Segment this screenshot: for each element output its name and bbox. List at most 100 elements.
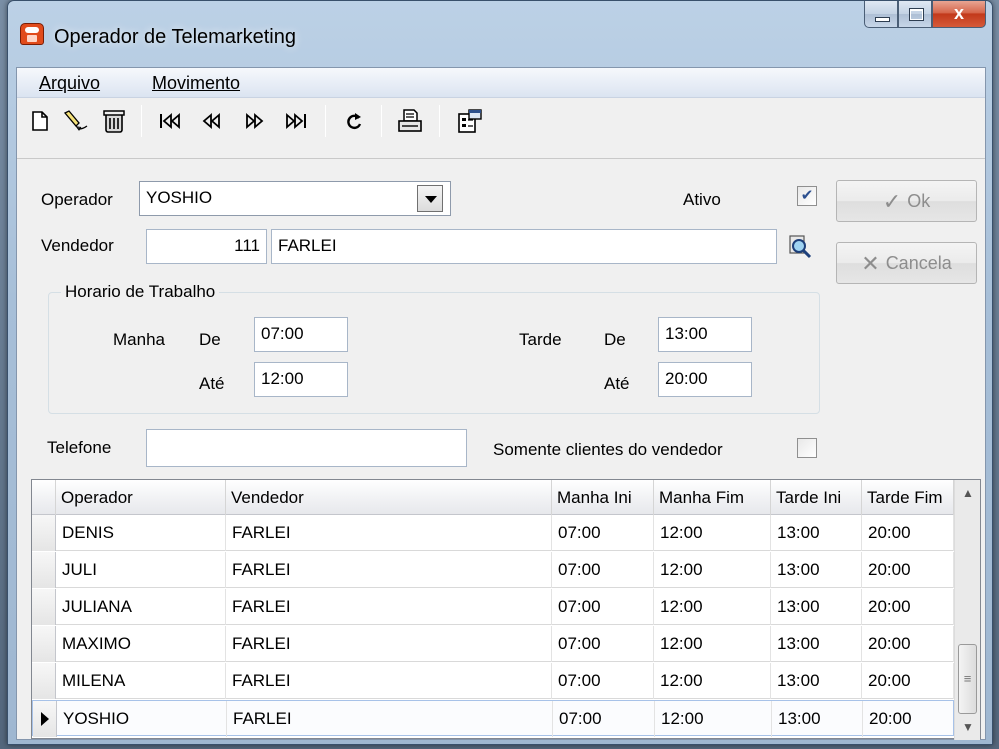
cell-manha-ini[interactable]: 07:00	[552, 589, 654, 625]
menu-movimento[interactable]: Movimento	[152, 73, 240, 94]
new-document-icon[interactable]	[27, 106, 53, 136]
scroll-thumb[interactable]: ≡	[958, 644, 977, 714]
check-icon: ✔	[800, 187, 814, 204]
close-icon: x	[953, 3, 964, 23]
menu-arquivo-label: Arquivo	[39, 73, 101, 93]
row-pointer-icon[interactable]	[33, 701, 57, 737]
row-indicator[interactable]	[32, 515, 56, 551]
cell-tarde-fim[interactable]: 20:00	[862, 552, 954, 588]
row-indicator[interactable]	[32, 626, 56, 662]
header-vendedor[interactable]: Vendedor	[226, 480, 552, 515]
menu-arquivo[interactable]: Arquivo	[39, 73, 100, 94]
refresh-icon[interactable]	[339, 106, 369, 136]
cell-manha-fim[interactable]: 12:00	[655, 701, 772, 737]
cell-operador[interactable]: MILENA	[56, 663, 226, 699]
maximize-button[interactable]	[898, 1, 932, 28]
cell-tarde-fim[interactable]: 20:00	[862, 515, 954, 551]
cell-manha-fim[interactable]: 12:00	[654, 552, 771, 588]
ok-button-label: Ok	[907, 191, 931, 211]
last-record-icon[interactable]	[281, 106, 311, 136]
edit-icon[interactable]	[61, 106, 91, 136]
tarde-de-field[interactable]: 13:00	[658, 317, 752, 352]
header-tarde-ini[interactable]: Tarde Ini	[771, 480, 862, 515]
row-indicator[interactable]	[32, 552, 56, 588]
cell-operador[interactable]: YOSHIO	[57, 701, 227, 737]
cell-vendedor[interactable]: FARLEI	[226, 663, 552, 699]
print-icon[interactable]	[393, 106, 427, 136]
cell-tarde-ini[interactable]: 13:00	[771, 589, 862, 625]
cell-vendedor[interactable]: FARLEI	[227, 701, 553, 737]
table-row[interactable]: MILENA FARLEI 07:00 12:00 13:00 20:00	[32, 663, 954, 699]
ativo-checkbox[interactable]: ✔	[797, 186, 817, 206]
manha-de-field[interactable]: 07:00	[254, 317, 348, 352]
main-window: Operador de Telemarketing x Arquivo Movi…	[7, 0, 993, 745]
prev-record-icon[interactable]	[197, 106, 227, 136]
cell-vendedor[interactable]: FARLEI	[226, 515, 552, 551]
tarde-de-label: De	[604, 330, 626, 349]
cell-tarde-ini[interactable]: 13:00	[771, 663, 862, 699]
next-record-icon[interactable]	[239, 106, 269, 136]
cell-operador[interactable]: JULIANA	[56, 589, 226, 625]
properties-icon[interactable]	[453, 106, 487, 136]
table-row[interactable]: JULIANA FARLEI 07:00 12:00 13:00 20:00	[32, 589, 954, 625]
ok-button[interactable]: ✓ Ok	[836, 180, 977, 222]
cell-tarde-ini[interactable]: 13:00	[771, 626, 862, 662]
first-record-icon[interactable]	[155, 106, 185, 136]
scroll-up-icon[interactable]: ▲	[955, 480, 981, 506]
cell-tarde-ini[interactable]: 13:00	[771, 515, 862, 551]
cell-manha-fim[interactable]: 12:00	[654, 589, 771, 625]
grid-scrollbar[interactable]: ▲ ≡ ▼	[954, 480, 980, 740]
cell-tarde-fim[interactable]: 20:00	[862, 663, 954, 699]
cell-manha-ini[interactable]: 07:00	[553, 701, 655, 737]
vendedor-name-field[interactable]: FARLEI	[271, 229, 777, 264]
cell-tarde-ini[interactable]: 13:00	[772, 701, 863, 737]
chevron-down-icon[interactable]	[417, 185, 443, 212]
cell-manha-ini[interactable]: 07:00	[552, 515, 654, 551]
somente-checkbox[interactable]	[797, 438, 817, 458]
close-button[interactable]: x	[932, 1, 986, 28]
client-area: Arquivo Movimento Operador YOSHIO Ativo …	[16, 67, 986, 740]
cell-manha-ini[interactable]: 07:00	[552, 626, 654, 662]
cell-operador[interactable]: JULI	[56, 552, 226, 588]
cell-manha-ini[interactable]: 07:00	[552, 663, 654, 699]
title-bar[interactable]: Operador de Telemarketing x	[8, 1, 992, 59]
cell-tarde-fim[interactable]: 20:00	[863, 701, 955, 737]
cell-operador[interactable]: DENIS	[56, 515, 226, 551]
telefone-label: Telefone	[47, 438, 112, 457]
cell-tarde-ini[interactable]: 13:00	[771, 552, 862, 588]
cell-vendedor[interactable]: FARLEI	[226, 626, 552, 662]
header-operador[interactable]: Operador	[56, 480, 226, 515]
menu-bar: Arquivo Movimento	[17, 68, 985, 98]
cell-manha-fim[interactable]: 12:00	[654, 626, 771, 662]
cell-vendedor[interactable]: FARLEI	[226, 552, 552, 588]
header-tarde-fim[interactable]: Tarde Fim	[862, 480, 954, 515]
table-row[interactable]: MAXIMO FARLEI 07:00 12:00 13:00 20:00	[32, 626, 954, 662]
tarde-ate-field[interactable]: 20:00	[658, 362, 752, 397]
vendedor-code-field[interactable]: 111	[146, 229, 267, 264]
cell-manha-fim[interactable]: 12:00	[654, 515, 771, 551]
cell-operador[interactable]: MAXIMO	[56, 626, 226, 662]
delete-icon[interactable]	[99, 106, 129, 136]
row-indicator[interactable]	[32, 663, 56, 699]
manha-ate-label: Até	[199, 374, 225, 393]
manha-ate-field[interactable]: 12:00	[254, 362, 348, 397]
minimize-button[interactable]	[864, 1, 898, 28]
operador-combobox[interactable]: YOSHIO	[139, 181, 451, 216]
table-row[interactable]: JULI FARLEI 07:00 12:00 13:00 20:00	[32, 552, 954, 588]
telefone-field[interactable]	[146, 429, 467, 467]
row-indicator[interactable]	[32, 589, 56, 625]
header-manha-ini[interactable]: Manha Ini	[552, 480, 654, 515]
horario-title: Horario de Trabalho	[61, 282, 220, 302]
table-row[interactable]: DENIS FARLEI 07:00 12:00 13:00 20:00	[32, 515, 954, 551]
header-manha-fim[interactable]: Manha Fim	[654, 480, 771, 515]
cell-manha-ini[interactable]: 07:00	[552, 552, 654, 588]
table-row[interactable]: YOSHIO FARLEI 07:00 12:00 13:00 20:00	[32, 700, 955, 737]
search-icon[interactable]	[787, 234, 813, 260]
tarde-ate-label: Até	[604, 374, 630, 393]
cell-tarde-fim[interactable]: 20:00	[862, 589, 954, 625]
cell-manha-fim[interactable]: 12:00	[654, 663, 771, 699]
cell-vendedor[interactable]: FARLEI	[226, 589, 552, 625]
cell-tarde-fim[interactable]: 20:00	[862, 626, 954, 662]
scroll-down-icon[interactable]: ▼	[955, 714, 981, 740]
cancel-button[interactable]: ✕ Cancela	[836, 242, 977, 284]
